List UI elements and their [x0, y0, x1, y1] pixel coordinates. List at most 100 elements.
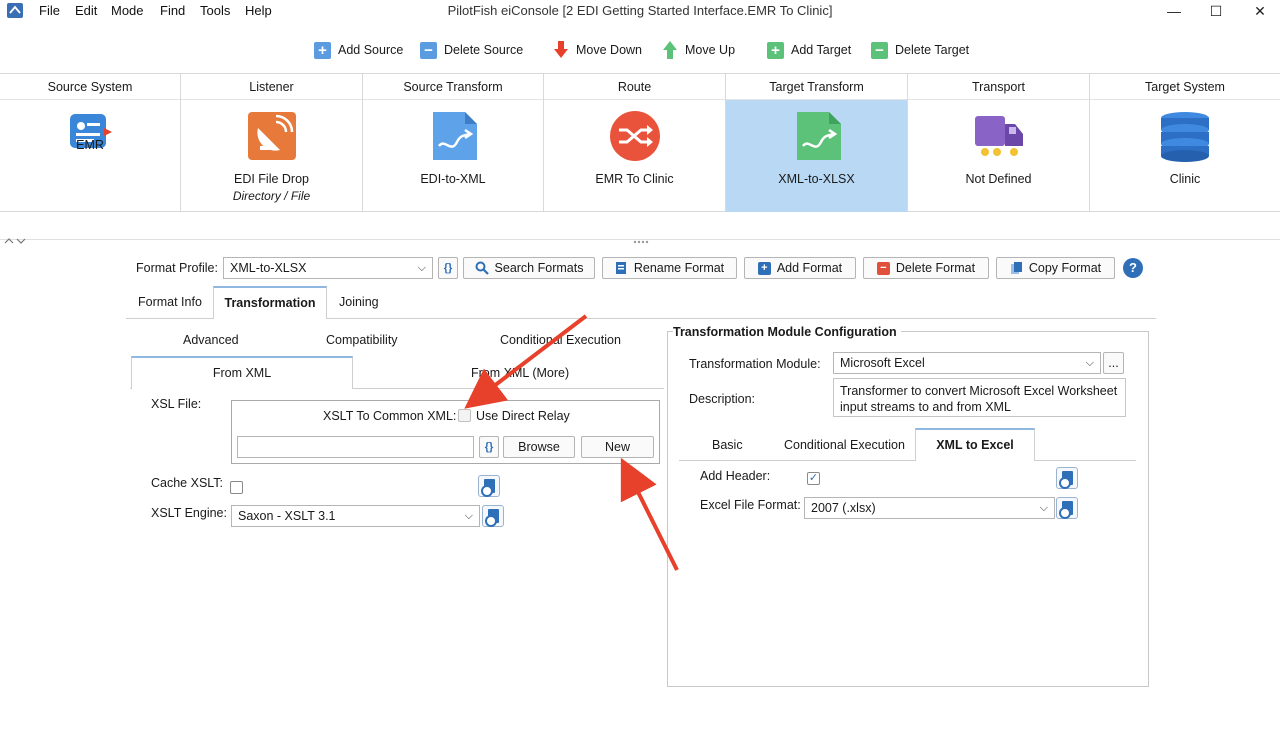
transform-document-icon — [433, 112, 477, 160]
transformation-module-value: Microsoft Excel — [840, 356, 925, 370]
add-header-label: Add Header: — [700, 469, 771, 483]
delete-target-label: Delete Target — [895, 43, 970, 57]
stage-label: Not Defined — [965, 172, 1032, 186]
stage-source-system[interactable]: Source System EMR — [0, 74, 181, 212]
help-icon[interactable]: ? — [1123, 258, 1143, 278]
delete-target-button[interactable]: − Delete Target — [871, 40, 969, 60]
tab-xml-to-excel[interactable]: XML to Excel — [915, 428, 1035, 461]
move-down-button[interactable]: Move Down — [553, 40, 642, 60]
stage-header: Target Transform — [726, 74, 907, 100]
browse-label: Browse — [518, 440, 560, 454]
delete-format-button[interactable]: − Delete Format — [863, 257, 989, 279]
minus-icon: − — [420, 41, 437, 59]
menu-tools[interactable]: Tools — [200, 3, 230, 18]
arrow-to-direct-relay — [464, 314, 588, 409]
delete-format-label: Delete Format — [895, 261, 976, 275]
tab-from-xml-more[interactable]: From XML (More) — [471, 366, 569, 380]
browse-button[interactable]: Browse — [503, 436, 575, 458]
close-button[interactable]: ✕ — [1240, 0, 1280, 22]
move-down-label: Move Down — [576, 43, 642, 57]
cache-xslt-options-icon[interactable] — [478, 475, 500, 497]
move-up-label: Move Up — [685, 43, 736, 57]
chevron-down-icon: ⌵ — [1039, 502, 1048, 514]
transformation-module-select[interactable]: Microsoft Excel ⌵ — [833, 352, 1101, 374]
xslt-engine-select[interactable]: Saxon - XSLT 3.1 ⌵ — [231, 505, 480, 527]
route-shuffle-icon — [609, 111, 660, 161]
tab-basic[interactable]: Basic — [712, 438, 743, 452]
rename-format-button[interactable]: Rename Format — [602, 257, 737, 279]
menu-help[interactable]: Help — [245, 3, 272, 18]
tab-transformation[interactable]: Transformation — [213, 286, 327, 319]
format-profile-value: XML-to-XLSX — [230, 261, 307, 275]
toolbar: + Add Source − Delete Source Move Down M… — [0, 30, 1280, 70]
panel-splitter[interactable] — [0, 212, 1280, 244]
menu-find[interactable]: Find — [160, 3, 185, 18]
menu-edit[interactable]: Edit — [75, 3, 97, 18]
add-target-button[interactable]: + Add Target — [767, 40, 851, 60]
stage-label: EMR — [76, 138, 104, 152]
arrow-up-icon — [663, 41, 677, 59]
xsl-file-input[interactable] — [237, 436, 474, 458]
arrow-down-icon — [554, 41, 568, 58]
right-tabs-divider — [679, 460, 1136, 461]
stage-target-transform[interactable]: Target Transform XML-to-XLSX — [726, 74, 908, 212]
copy-icon — [1010, 262, 1022, 274]
stage-label: EDI-to-XML — [420, 172, 486, 186]
delete-source-button[interactable]: − Delete Source — [420, 40, 523, 60]
tab-format-info[interactable]: Format Info — [138, 295, 202, 309]
excel-file-format-select[interactable]: 2007 (.xlsx) ⌵ — [804, 497, 1055, 519]
search-formats-button[interactable]: Search Formats — [463, 257, 595, 279]
menu-mode[interactable]: Mode — [111, 3, 144, 18]
stage-label: XML-to-XLSX — [778, 172, 855, 186]
braces-icon: {} — [484, 441, 494, 453]
collapse-expand-icon[interactable] — [4, 236, 28, 246]
truck-icon — [974, 116, 1023, 158]
format-profile-select[interactable]: XML-to-XLSX ⌵ — [223, 257, 433, 279]
add-format-button[interactable]: + Add Format — [744, 257, 856, 279]
tab-from-xml[interactable]: From XML — [131, 356, 353, 389]
menu-file[interactable]: File — [39, 3, 60, 18]
module-browse-button[interactable]: ... — [1103, 352, 1124, 374]
format-braces-button[interactable]: {} — [438, 257, 458, 279]
tab-advanced[interactable]: Advanced — [183, 333, 239, 347]
minimize-button[interactable]: — — [1154, 0, 1194, 22]
stage-label: EMR To Clinic — [595, 172, 674, 186]
rename-icon — [615, 262, 626, 274]
stage-listener[interactable]: Listener EDI File Drop Directory / File — [181, 74, 363, 212]
stage-target-system[interactable]: Target System Clinic — [1090, 74, 1280, 212]
database-icon — [1161, 112, 1209, 162]
add-header-options-icon[interactable] — [1056, 467, 1078, 489]
tab-right-conditional-execution[interactable]: Conditional Execution — [784, 438, 905, 452]
copy-format-button[interactable]: Copy Format — [996, 257, 1115, 279]
stage-route[interactable]: Route EMR To Clinic — [544, 74, 726, 212]
move-up-button[interactable]: Move Up — [662, 40, 735, 60]
maximize-button[interactable]: ☐ — [1196, 0, 1236, 22]
stage-transport[interactable]: Transport Not Defined — [908, 74, 1090, 212]
module-config-title: Transformation Module Configuration — [673, 325, 901, 339]
excel-file-format-options-icon[interactable] — [1056, 497, 1078, 519]
tab-compatibility[interactable]: Compatibility — [326, 333, 398, 347]
add-source-button[interactable]: + Add Source — [314, 40, 403, 60]
window-title: PilotFish eiConsole [2 EDI Getting Start… — [447, 3, 833, 18]
stage-header: Route — [544, 74, 725, 100]
xslt-engine-options-icon[interactable] — [482, 505, 504, 527]
stage-source-transform[interactable]: Source Transform EDI-to-XML — [363, 74, 544, 212]
xsl-file-label: XSL File: — [151, 397, 202, 411]
cache-xslt-checkbox[interactable] — [230, 481, 243, 494]
stage-header: Target System — [1090, 74, 1280, 100]
xslt-common-label: XSLT To Common XML: — [323, 409, 457, 423]
braces-icon: {} — [443, 262, 453, 274]
xsl-braces-button[interactable]: {} — [479, 436, 499, 458]
tab-joining[interactable]: Joining — [339, 295, 379, 309]
rename-format-label: Rename Format — [633, 261, 725, 275]
stage-header: Source Transform — [363, 74, 543, 100]
drag-handle-icon[interactable] — [633, 240, 649, 244]
new-button[interactable]: New — [581, 436, 654, 458]
stage-label: Clinic — [1169, 172, 1201, 186]
tab-conditional-execution[interactable]: Conditional Execution — [500, 333, 621, 347]
add-header-checkbox[interactable]: ✓ — [807, 472, 820, 485]
use-direct-relay-checkbox[interactable] — [458, 409, 471, 422]
add-format-label: Add Format — [776, 261, 843, 275]
minus-icon: − — [871, 41, 888, 59]
plus-icon: + — [767, 41, 784, 59]
